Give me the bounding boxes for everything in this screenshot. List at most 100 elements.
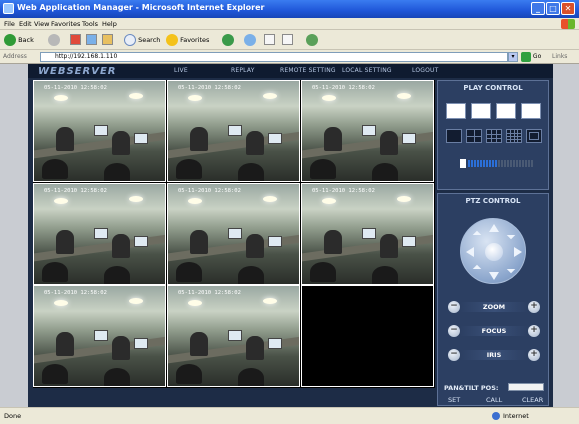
nav-live[interactable]: LIVE <box>174 67 188 74</box>
video-channel[interactable]: 05-11-2010 12:58:02 <box>33 285 166 388</box>
split-4-icon[interactable] <box>466 129 482 143</box>
set-button[interactable]: SET <box>448 396 460 404</box>
links-button[interactable]: Links <box>552 53 567 60</box>
volume-slider[interactable] <box>460 159 536 168</box>
person <box>56 127 74 151</box>
refresh-button[interactable] <box>86 34 97 46</box>
favorites-button[interactable]: Favorites <box>166 34 209 46</box>
volume-remaining <box>497 160 534 167</box>
forward-button[interactable] <box>48 34 60 46</box>
clear-button[interactable]: CLEAR <box>522 396 543 404</box>
zoom-out-button[interactable]: − <box>448 301 460 313</box>
menu-edit[interactable]: Edit <box>19 20 32 28</box>
ie-icon <box>3 3 14 14</box>
monitor <box>228 227 242 239</box>
go-label: Go <box>532 53 542 60</box>
menu-favorites[interactable]: Favorites <box>51 20 80 28</box>
zoom-in-button[interactable]: + <box>528 301 540 313</box>
history-button[interactable] <box>244 34 256 46</box>
ptz-right-icon[interactable] <box>514 247 522 257</box>
focus-minus-button[interactable]: − <box>448 325 460 337</box>
call-button[interactable]: CALL <box>486 396 502 404</box>
nav-replay[interactable]: REPLAY <box>231 67 255 74</box>
monitor <box>94 125 108 136</box>
window-titlebar: Web Application Manager - Microsoft Inte… <box>0 0 579 18</box>
stop-button[interactable] <box>70 34 81 46</box>
layout-button-4[interactable] <box>521 103 541 119</box>
video-channel[interactable]: 05-11-2010 12:58:02 <box>167 80 300 182</box>
split-9-icon[interactable] <box>486 129 502 143</box>
print-button[interactable] <box>282 34 293 46</box>
ptz-up-icon[interactable] <box>489 224 499 232</box>
layout-button-3[interactable] <box>496 103 516 119</box>
search-button[interactable]: Search <box>124 34 160 46</box>
nav-remote-setting[interactable]: REMOTE SETTING <box>280 67 336 74</box>
nav-local-setting[interactable]: LOCAL SETTING <box>342 67 392 74</box>
video-timestamp: 05-11-2010 12:58:02 <box>44 290 107 297</box>
video-channel[interactable]: 05-11-2010 12:58:02 <box>301 182 434 285</box>
ptz-left-icon[interactable] <box>466 247 474 257</box>
ptz-downright-icon[interactable] <box>506 264 516 274</box>
monitor <box>268 338 282 350</box>
menu-file[interactable]: File <box>4 20 15 28</box>
home-button[interactable] <box>102 34 113 46</box>
iris-plus-button[interactable]: + <box>528 349 540 361</box>
focus-plus-button[interactable]: + <box>528 325 540 337</box>
minimize-button[interactable]: _ <box>531 2 545 15</box>
security-zone: Internet <box>492 412 529 420</box>
zone-label: Internet <box>503 412 529 420</box>
layout-button-2[interactable] <box>471 103 491 119</box>
ptz-control-box: PTZ CONTROL − ZOOM + − FOCUS + − IRIS + … <box>437 193 549 406</box>
video-channel[interactable]: 05-11-2010 12:58:02 <box>167 285 300 388</box>
split-1-icon[interactable] <box>446 129 462 143</box>
ptz-upleft-icon[interactable] <box>472 230 482 240</box>
split-16-icon[interactable] <box>506 129 522 143</box>
layout-button-1[interactable] <box>446 103 466 119</box>
ptz-downleft-icon[interactable] <box>472 264 482 274</box>
media-icon <box>222 34 234 46</box>
menu-tools[interactable]: Tools <box>82 20 98 28</box>
video-channel[interactable]: 05-11-2010 12:58:02 <box>167 182 300 285</box>
address-dropdown[interactable]: ▾ <box>508 52 518 62</box>
ceiling-light <box>263 93 277 99</box>
ceiling-light <box>322 197 336 204</box>
video-channel-empty[interactable] <box>301 285 434 388</box>
menu-view[interactable]: View <box>34 20 49 28</box>
play-control-title: PLAY CONTROL <box>463 84 523 92</box>
menu-help[interactable]: Help <box>102 20 117 28</box>
go-button[interactable]: Go <box>521 52 541 62</box>
chair <box>176 364 202 385</box>
video-timestamp: 05-11-2010 12:58:02 <box>312 187 375 194</box>
close-button[interactable]: ✕ <box>561 2 575 15</box>
back-button[interactable]: Back <box>4 34 34 46</box>
person <box>112 336 130 361</box>
mail-button[interactable] <box>264 34 275 46</box>
maximize-button[interactable]: □ <box>546 2 560 15</box>
fullscreen-icon[interactable] <box>526 129 542 143</box>
video-channel[interactable]: 05-11-2010 12:58:02 <box>33 182 166 285</box>
monitor <box>134 133 148 144</box>
ceiling-light <box>188 300 202 307</box>
ceiling-light <box>54 300 68 307</box>
person <box>324 229 342 254</box>
iris-minus-button[interactable]: − <box>448 349 460 361</box>
messenger-button[interactable] <box>306 34 318 46</box>
video-timestamp: 05-11-2010 12:58:02 <box>178 85 241 91</box>
volume-thumb[interactable] <box>460 159 466 168</box>
address-input[interactable]: http://192.168.1.110 <box>40 52 508 62</box>
ptz-upright-icon[interactable] <box>506 230 516 240</box>
ptz-direction-pad[interactable] <box>460 218 526 284</box>
ptz-center-button[interactable] <box>485 243 503 261</box>
ceiling-light <box>322 95 336 101</box>
person <box>380 131 398 155</box>
pan-tilt-pos-input[interactable] <box>508 383 544 391</box>
nav-logout[interactable]: LOGOUT <box>412 67 438 74</box>
video-channel[interactable]: 05-11-2010 12:58:02 <box>301 80 434 182</box>
ptz-down-icon[interactable] <box>489 272 499 280</box>
ceiling-light <box>188 197 202 204</box>
zoom-control: − ZOOM + <box>448 301 540 313</box>
media-button[interactable] <box>222 34 234 46</box>
video-channel[interactable]: 05-11-2010 12:58:02 <box>33 80 166 182</box>
chair <box>372 265 398 284</box>
ceiling-light <box>188 95 202 101</box>
